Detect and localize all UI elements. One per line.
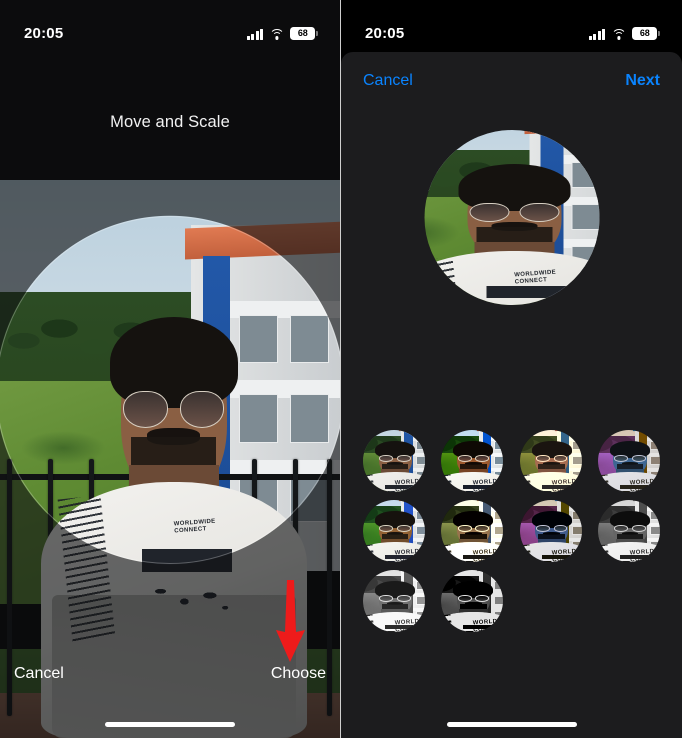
right-phone-screen: 20:05 68 Cancel Next WORLDWIDE CONNECT W… xyxy=(341,0,682,738)
cancel-button[interactable]: Cancel xyxy=(14,665,64,683)
filter-preview-avatar[interactable]: WORLDWIDE CONNECT xyxy=(424,130,599,305)
thumbnail-scene: WORLDWIDECONNECT xyxy=(363,500,426,562)
filter-nav-bar: Cancel Next xyxy=(341,52,682,110)
filter-thumbnail-original[interactable]: WORLDWIDECONNECT xyxy=(363,430,426,492)
thumbnail-scene: WORLDWIDECONNECT xyxy=(519,500,582,562)
home-indicator[interactable] xyxy=(105,722,235,727)
cancel-button[interactable]: Cancel xyxy=(363,72,413,90)
battery-percent: 68 xyxy=(297,28,308,38)
thumbnail-scene: WORLDWIDECONNECT xyxy=(597,430,660,492)
comparison-stage: 20:05 68 Move and Scale WORLDWIDE CONNEC… xyxy=(0,0,682,738)
filter-thumbnail-silvertone[interactable]: WORLDWIDECONNECT xyxy=(363,570,426,632)
left-phone-screen: 20:05 68 Move and Scale WORLDWIDE CONNEC… xyxy=(0,0,341,738)
status-time: 20:05 xyxy=(365,24,405,42)
filter-thumbnail-vivid[interactable]: WORLDWIDECONNECT xyxy=(441,430,504,492)
battery-icon: 68 xyxy=(632,26,660,40)
wifi-icon xyxy=(611,28,627,40)
battery-icon: 68 xyxy=(290,26,318,40)
cellular-bars-icon xyxy=(246,28,264,40)
thumbnail-scene: WORLDWIDECONNECT xyxy=(441,430,504,492)
status-icons: 68 xyxy=(246,26,318,40)
filter-thumbnail-cool[interactable]: WORLDWIDECONNECT xyxy=(597,430,660,492)
thumbnail-scene: WORLDWIDECONNECT xyxy=(597,500,660,562)
filter-thumbnail-dramatic-cool[interactable]: WORLDWIDECONNECT xyxy=(519,500,582,562)
thumbnail-scene: WORLDWIDECONNECT xyxy=(363,430,426,492)
filter-thumbnail-warm[interactable]: WORLDWIDECONNECT xyxy=(519,430,582,492)
page-title: Move and Scale xyxy=(110,113,230,131)
thumbnail-scene: WORLDWIDECONNECT xyxy=(441,500,504,562)
thumbnail-scene: WORLDWIDECONNECT xyxy=(519,430,582,492)
status-icons: 68 xyxy=(588,26,660,40)
filter-thumbnail-mono[interactable]: WORLDWIDECONNECT xyxy=(597,500,660,562)
thumbnail-scene: WORLDWIDECONNECT xyxy=(363,570,426,632)
wifi-icon xyxy=(269,28,285,40)
filter-thumbnail-noir[interactable]: WORLDWIDECONNECT xyxy=(441,570,504,632)
status-time: 20:05 xyxy=(24,24,64,42)
filter-thumbnail-grid: WORLDWIDECONNECT xyxy=(341,430,682,632)
red-down-arrow-icon xyxy=(268,578,312,664)
cellular-bars-icon xyxy=(588,28,606,40)
filter-thumbnail-dramatic-warm[interactable]: WORLDWIDECONNECT xyxy=(441,500,504,562)
next-button[interactable]: Next xyxy=(625,72,660,90)
battery-percent: 68 xyxy=(639,28,650,38)
left-status-bar: 20:05 68 xyxy=(0,0,340,52)
right-status-bar: 20:05 68 xyxy=(341,0,682,52)
home-indicator[interactable] xyxy=(446,722,577,727)
preview-scene: WORLDWIDE CONNECT xyxy=(424,130,599,305)
choose-button[interactable]: Choose xyxy=(271,665,326,683)
thumbnail-scene: WORLDWIDECONNECT xyxy=(441,570,504,632)
filter-thumbnail-vivid-cool[interactable]: WORLDWIDECONNECT xyxy=(363,500,426,562)
